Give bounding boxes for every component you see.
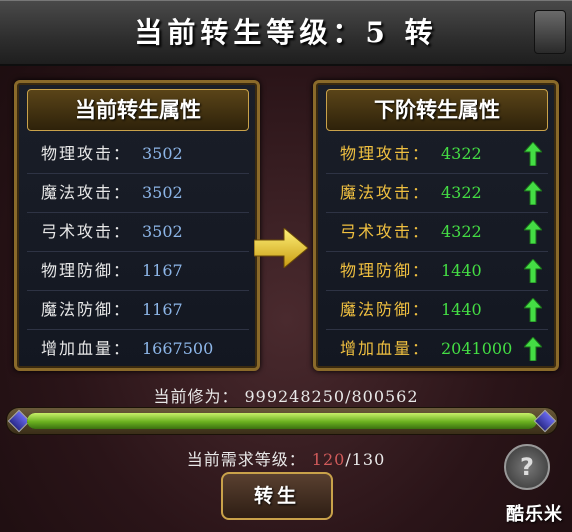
- stat-value: 1440: [441, 261, 482, 280]
- stat-label: 魔法防御：: [340, 300, 431, 319]
- up-arrow-icon: [524, 337, 542, 361]
- required-level-target: 130: [351, 450, 386, 469]
- stat-value: 1440: [441, 300, 482, 319]
- up-arrow-icon: [524, 181, 542, 205]
- stat-label: 弓术攻击：: [41, 222, 132, 241]
- list-item: 魔法防御： 1440: [326, 291, 548, 330]
- stat-label: 增加血量：: [340, 339, 431, 358]
- required-level-readout: 当前需求等级： 120/130: [0, 446, 572, 470]
- list-item: 物理防御： 1167: [27, 252, 249, 291]
- required-level-current: 120: [311, 450, 346, 469]
- list-item: 物理攻击： 4322: [326, 135, 548, 174]
- progress-track: [27, 413, 537, 429]
- stat-value: 3502: [142, 183, 183, 202]
- stat-label: 魔法攻击：: [41, 183, 132, 202]
- stat-label: 魔法防御：: [41, 300, 132, 319]
- stat-value: 1167: [142, 300, 183, 319]
- next-attributes-heading: 下阶转生属性: [326, 89, 548, 131]
- list-item: 弓术攻击： 3502: [27, 213, 249, 252]
- list-item: 弓术攻击： 4322: [326, 213, 548, 252]
- next-attributes-list: 物理攻击： 4322 魔法攻击： 4322 弓术攻击： 4322 物理防御： 1440 …: [326, 135, 548, 368]
- required-level-label: 当前需求等级：: [186, 450, 306, 469]
- title-bar: 当前转生等级：5 转: [0, 0, 572, 66]
- right-arrow-icon: [254, 228, 308, 268]
- up-arrow-icon: [524, 259, 542, 283]
- stat-value: 2041000: [441, 339, 513, 358]
- stat-value: 4322: [441, 222, 482, 241]
- watermark: 酷乐米: [506, 504, 563, 525]
- stat-label: 魔法攻击：: [340, 183, 431, 202]
- progress-fill: [27, 413, 537, 429]
- stat-value: 3502: [142, 144, 183, 163]
- current-attributes-heading: 当前转生属性: [27, 89, 249, 131]
- stat-label: 物理攻击：: [340, 144, 431, 163]
- cultivation-label: 当前修为：: [153, 387, 239, 406]
- list-item: 物理防御： 1440: [326, 252, 548, 291]
- list-item: 增加血量： 2041000: [326, 330, 548, 368]
- up-arrow-icon: [524, 220, 542, 244]
- current-attributes-list: 物理攻击： 3502 魔法攻击： 3502 弓术攻击： 3502 物理防御： 1167 …: [27, 135, 249, 368]
- window-edge-decoration: [534, 10, 566, 54]
- cultivation-value: 999248250/800562: [244, 387, 419, 406]
- up-arrow-icon: [524, 298, 542, 322]
- stat-label: 弓术攻击：: [340, 222, 431, 241]
- next-attributes-panel: 下阶转生属性 物理攻击： 4322 魔法攻击： 4322 弓术攻击： 4322 物理防…: [313, 80, 559, 371]
- stat-value: 4322: [441, 144, 482, 163]
- rebirth-button[interactable]: 转生: [221, 472, 333, 520]
- current-attributes-panel: 当前转生属性 物理攻击： 3502 魔法攻击： 3502 弓术攻击： 3502 物理防…: [14, 80, 260, 371]
- list-item: 魔法攻击： 4322: [326, 174, 548, 213]
- help-icon[interactable]: ?: [504, 444, 550, 490]
- cultivation-readout: 当前修为： 999248250/800562: [0, 383, 572, 407]
- gem-icon: [533, 409, 557, 433]
- stat-label: 增加血量：: [41, 339, 132, 358]
- stat-label: 物理防御：: [340, 261, 431, 280]
- list-item: 物理攻击： 3502: [27, 135, 249, 174]
- stat-label: 物理防御：: [41, 261, 132, 280]
- stat-label: 物理攻击：: [41, 144, 132, 163]
- list-item: 增加血量： 1667500: [27, 330, 249, 368]
- up-arrow-icon: [524, 142, 542, 166]
- stat-value: 4322: [441, 183, 482, 202]
- cultivation-progress-bar: [6, 407, 558, 435]
- list-item: 魔法防御： 1167: [27, 291, 249, 330]
- stat-value: 1667500: [142, 339, 214, 358]
- page-title: 当前转生等级：5 转: [134, 16, 438, 49]
- list-item: 魔法攻击： 3502: [27, 174, 249, 213]
- stat-value: 1167: [142, 261, 183, 280]
- stat-value: 3502: [142, 222, 183, 241]
